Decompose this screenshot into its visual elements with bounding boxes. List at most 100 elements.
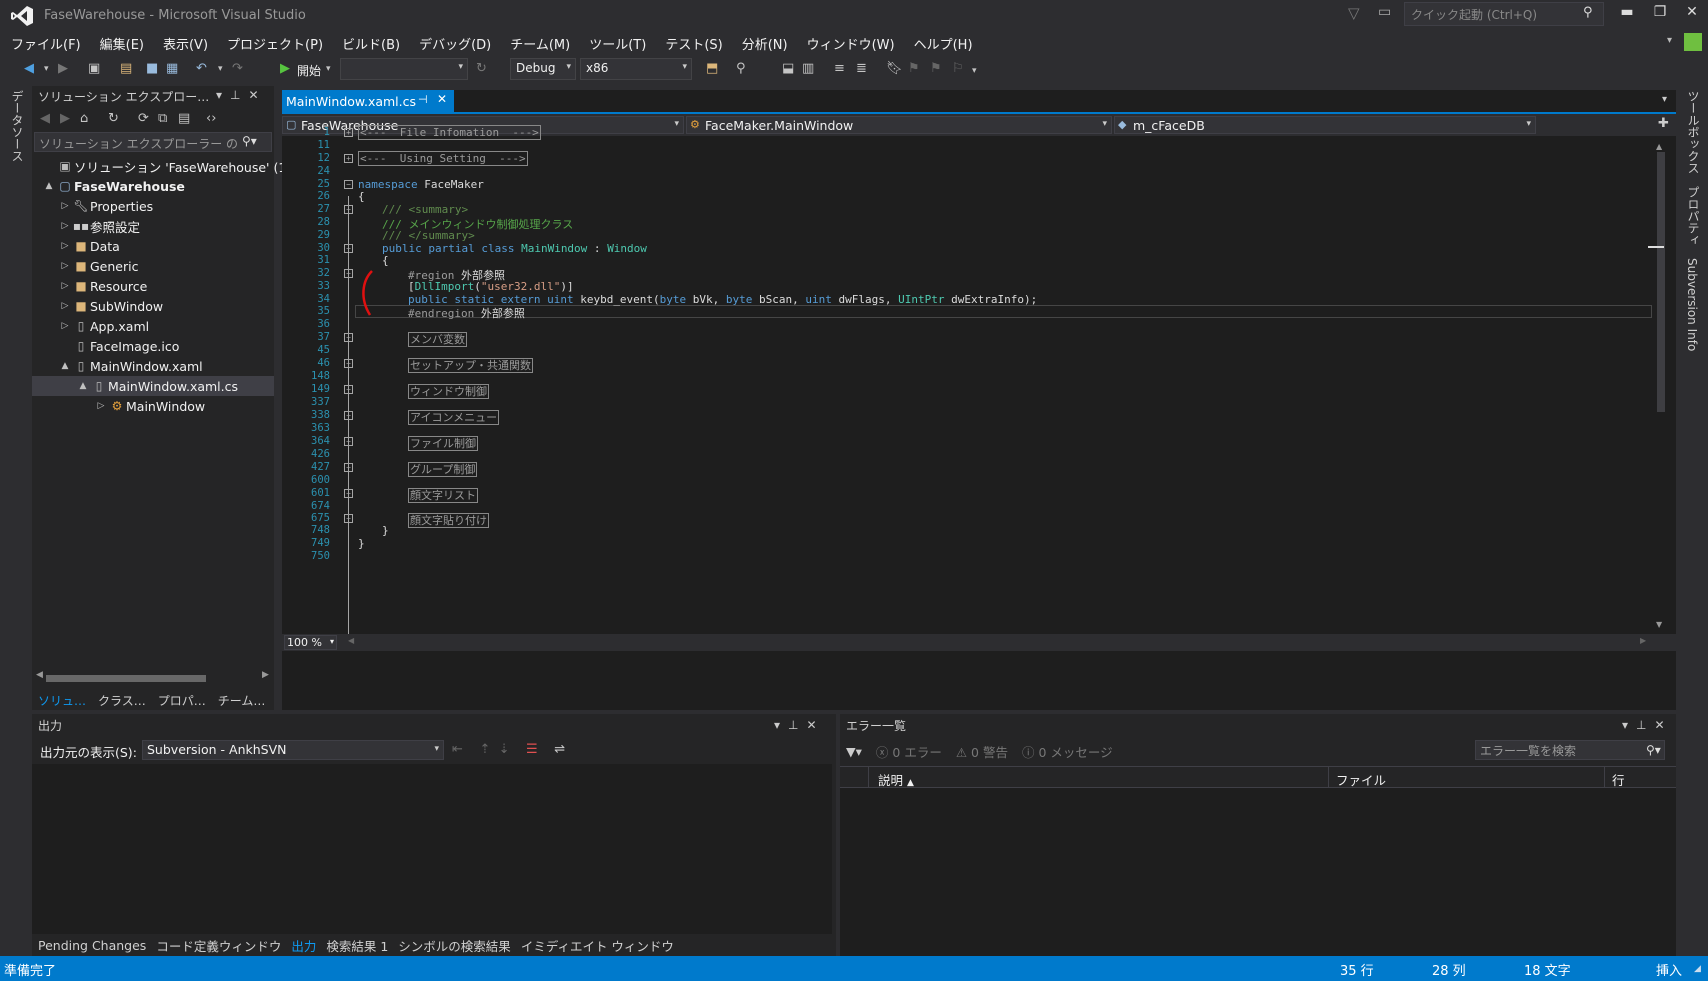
tree-node-app-xaml[interactable]: ▷ ▯ App.xaml <box>58 316 150 336</box>
collapse-all-icon[interactable]: ⧉ <box>158 111 167 126</box>
code-line[interactable]: 顔文字リスト <box>408 487 478 503</box>
column-file[interactable]: ファイル <box>1336 770 1386 789</box>
code-line[interactable]: #endregion 外部参照 <box>408 305 525 321</box>
open-file-icon[interactable]: ▤ <box>120 61 132 76</box>
collapsed-region[interactable]: 顔文字貼り付け <box>408 513 489 528</box>
account-avatar[interactable] <box>1684 33 1702 51</box>
tree-node-references[interactable]: ▷ ▪▪ 参照設定 <box>58 216 140 236</box>
expand-region-icon[interactable]: + <box>344 385 353 394</box>
start-icon[interactable]: ▶ <box>280 61 290 76</box>
document-tab[interactable]: MainWindow.xaml.cs <box>282 90 454 112</box>
expand-region-icon[interactable]: + <box>344 128 353 137</box>
back-icon[interactable]: ◀ <box>24 61 34 76</box>
collapse-region-icon[interactable]: − <box>344 269 353 278</box>
close-tab-icon[interactable]: ✕ <box>437 92 447 106</box>
toolbar-overflow-icon[interactable]: ▾ <box>972 66 977 76</box>
expand-region-icon[interactable]: + <box>344 411 353 420</box>
tree-node-project[interactable]: ▲ ▢ FaseWarehouse <box>42 176 185 196</box>
save-icon[interactable]: ■ <box>146 61 158 76</box>
collapsed-region[interactable]: ウィンドウ制御 <box>408 384 489 399</box>
scroll-right-icon[interactable]: ▶ <box>1640 636 1646 645</box>
menu-tools[interactable]: ツール(T) <box>589 34 646 53</box>
home-icon[interactable]: ⌂ <box>80 111 88 126</box>
data-sources-tab[interactable]: データソース <box>9 90 26 162</box>
clear-bookmarks-icon[interactable]: ⚐ <box>952 61 964 76</box>
new-project-icon[interactable]: ▣ <box>88 61 100 76</box>
collapsed-region[interactable]: アイコンメニュー <box>408 410 500 425</box>
scroll-up-icon[interactable]: ▲ <box>1656 142 1662 151</box>
tree-node-folder-subwindow[interactable]: ▷ ■ SubWindow <box>58 296 164 316</box>
code-line[interactable]: セットアップ・共通関数 <box>408 357 533 373</box>
expander-icon[interactable]: ▷ <box>58 261 72 271</box>
code-line[interactable]: 顔文字貼り付け <box>408 512 489 528</box>
menu-file[interactable]: ファイル(F) <box>11 34 81 53</box>
expander-icon[interactable]: ▷ <box>94 401 108 411</box>
forward-icon[interactable]: ▶ <box>58 61 68 76</box>
collapsed-region[interactable]: グループ制御 <box>408 462 478 477</box>
tab-find-results[interactable]: 検索結果 1 <box>326 936 388 955</box>
filter-icon[interactable]: ▼▾ <box>846 744 862 759</box>
maximize-button[interactable]: ❐ <box>1648 4 1672 20</box>
code-line[interactable]: ウィンドウ制御 <box>408 383 489 399</box>
search-icon[interactable]: ⚲▾ <box>1646 743 1661 757</box>
refresh-icon[interactable]: ⟳ <box>138 111 149 126</box>
next-message-icon[interactable]: ⇣ <box>499 742 510 757</box>
tab-list-dropdown-icon[interactable]: ▾ <box>1662 94 1667 105</box>
search-icon[interactable]: ⚲▾ <box>242 134 257 148</box>
menu-overflow-icon[interactable]: ▾ <box>1667 35 1672 46</box>
menu-analyze[interactable]: 分析(N) <box>742 34 788 53</box>
errors-toggle[interactable]: ⓧ 0 エラー <box>876 742 942 761</box>
bookmark-icon[interactable]: 🔖︎ <box>886 61 903 76</box>
code-line[interactable]: namespace FaceMaker <box>358 178 484 191</box>
word-wrap-icon[interactable]: ⇌ <box>554 742 565 757</box>
close-icon[interactable]: ✕ <box>248 88 266 102</box>
code-line[interactable]: } <box>382 524 389 537</box>
code-line[interactable]: アイコンメニュー <box>408 409 500 425</box>
scroll-left-icon[interactable]: ◀ <box>36 670 43 680</box>
find-icon[interactable]: ⚲ <box>736 61 746 76</box>
code-line[interactable]: } <box>358 537 365 550</box>
pin-icon[interactable]: ⊣ <box>418 93 428 106</box>
show-all-files-icon[interactable]: ▤ <box>178 111 190 126</box>
code-comment[interactable]: /// </summary> <box>382 229 475 242</box>
tab-solution[interactable]: ソリュ… <box>38 692 86 709</box>
scroll-down-icon[interactable]: ▼ <box>1656 620 1662 629</box>
minimize-button[interactable]: ▬ <box>1615 4 1639 20</box>
back-dropdown-icon[interactable]: ▾ <box>44 64 49 74</box>
expander-icon[interactable]: ▷ <box>58 241 72 251</box>
forward-icon[interactable]: ▶ <box>60 111 70 126</box>
search-icon[interactable]: ⚲ <box>1583 5 1593 20</box>
collapsed-region[interactable]: ファイル制御 <box>408 436 478 451</box>
tab-symbol-results[interactable]: シンボルの検索結果 <box>398 936 511 955</box>
tree-node-folder-resource[interactable]: ▷ ■ Resource <box>58 276 148 296</box>
code-line[interactable]: { <box>382 254 389 267</box>
scrollbar-thumb[interactable] <box>1657 152 1665 412</box>
collapse-region-icon[interactable]: − <box>344 244 353 253</box>
tree-node-mainwindow-xaml[interactable]: ▲ ▯ MainWindow.xaml <box>58 356 203 376</box>
expand-region-icon[interactable]: + <box>344 514 353 523</box>
subversion-info-tab[interactable]: Subversion Info <box>1685 258 1699 351</box>
configuration-combo[interactable]: Debug ▾ <box>510 58 576 80</box>
pin-icon[interactable]: ⊥ <box>230 88 248 102</box>
expander-icon[interactable]: ▷ <box>58 221 72 231</box>
expand-region-icon[interactable]: + <box>344 463 353 472</box>
code-line[interactable]: ファイル制御 <box>408 435 478 451</box>
expander-icon[interactable]: ▷ <box>58 281 72 291</box>
tab-properties[interactable]: プロパ… <box>158 692 206 709</box>
expand-region-icon[interactable]: + <box>344 489 353 498</box>
feedback-icon[interactable]: ▭ <box>1378 4 1391 20</box>
prev-bookmark-icon[interactable]: ⚑ <box>908 61 920 76</box>
save-all-icon[interactable]: ▦ <box>166 61 178 76</box>
start-button[interactable]: 開始 <box>297 62 321 79</box>
expander-icon[interactable]: ▷ <box>58 321 72 331</box>
notification-filter-icon[interactable]: ▽ <box>1348 4 1360 22</box>
menu-team[interactable]: チーム(M) <box>510 34 570 53</box>
close-icon[interactable]: ✕ <box>1654 718 1672 732</box>
redo-icon[interactable]: ↷ <box>232 61 243 76</box>
properties-tab[interactable]: プロパティ <box>1685 186 1702 246</box>
expand-region-icon[interactable]: + <box>344 333 353 342</box>
code-line[interactable]: メンバ変数 <box>408 331 467 347</box>
platform-combo[interactable]: x86 ▾ <box>580 58 692 80</box>
expand-region-icon[interactable]: + <box>344 437 353 446</box>
column-line[interactable]: 行 <box>1612 770 1625 789</box>
